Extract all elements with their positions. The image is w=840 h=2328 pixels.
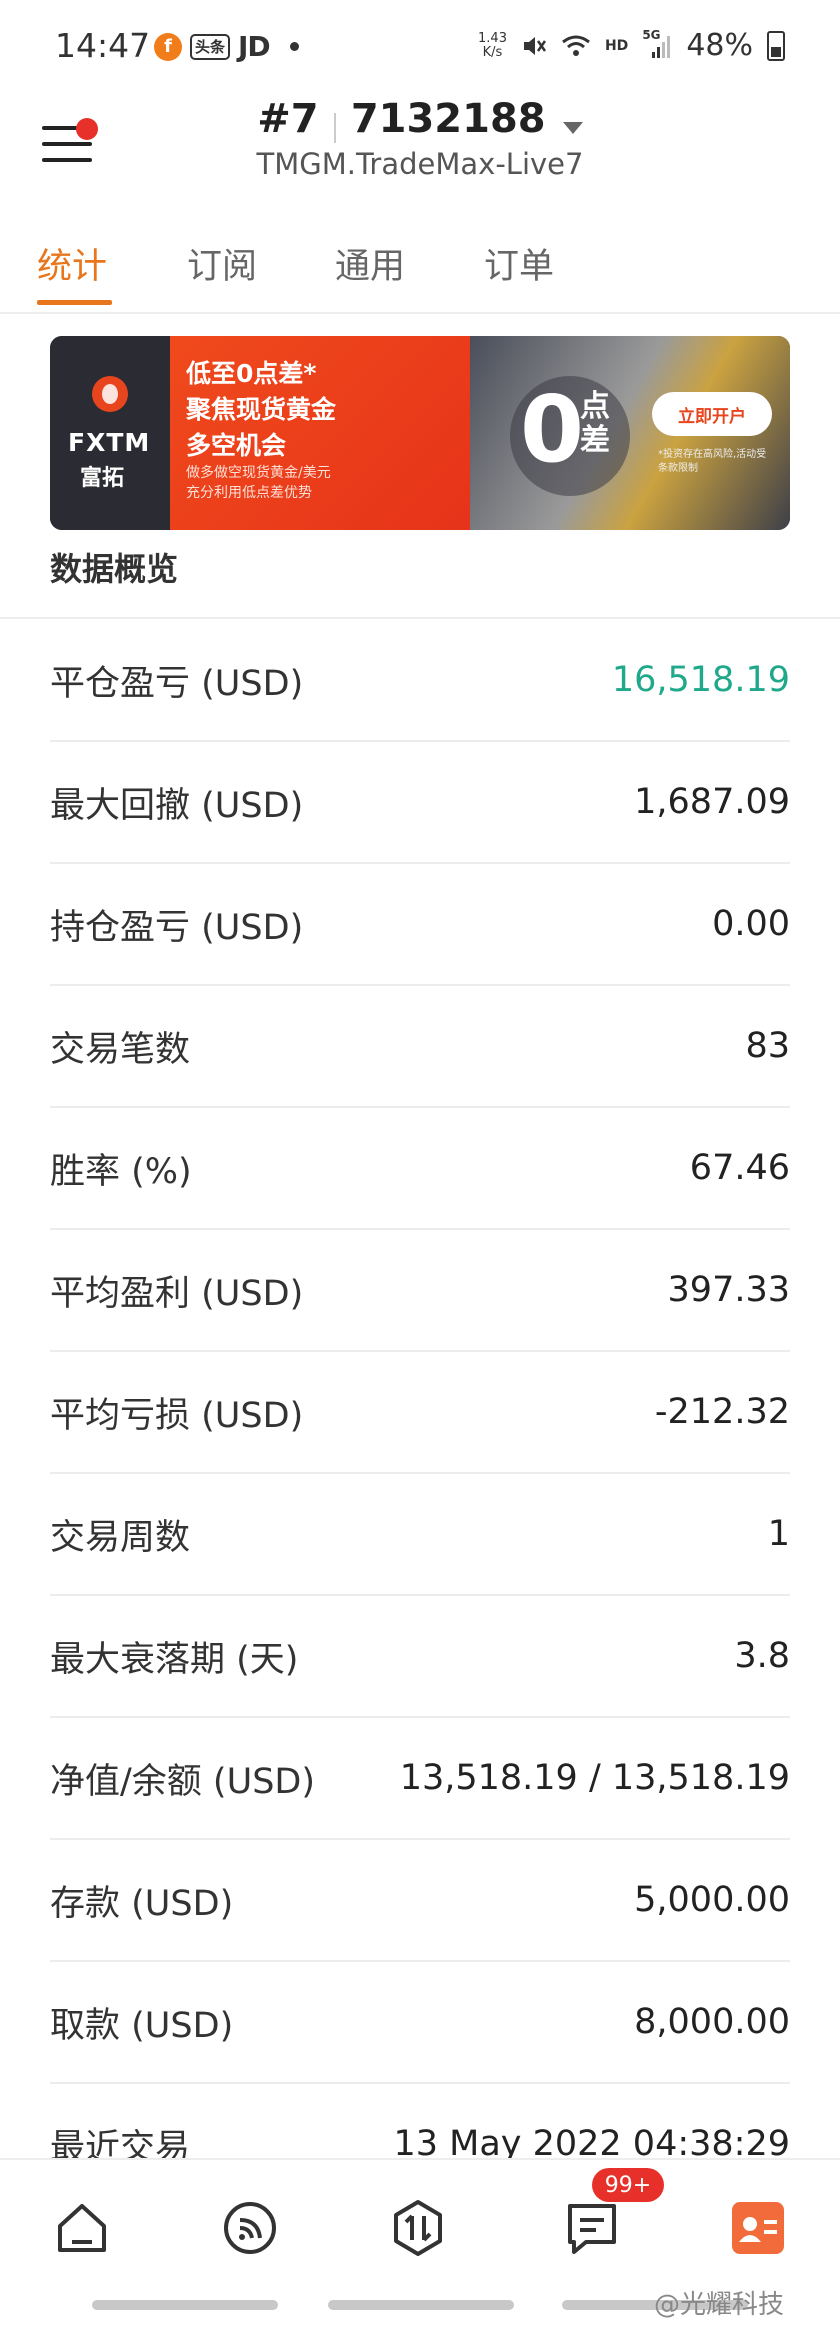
status-right: 1.43 K/s HD 5G 48% [478, 28, 785, 63]
stat-label: 净值/余额 (USD) [50, 1761, 316, 1802]
stat-value: 16,518.19 [611, 660, 790, 700]
stat-row: 交易周数 1 [50, 1474, 790, 1596]
bottom-nav: 99+ @光耀科技 [0, 2158, 840, 2328]
tab-subscription[interactable]: 订阅 [187, 238, 257, 289]
zero-spread: 0 [520, 376, 585, 483]
toutiao-icon: 头条 [190, 33, 231, 60]
banner-disclaimer: *投资存在高风险,活动受条款限制 [658, 449, 767, 474]
notification-icons: f 头条 JD [154, 30, 299, 63]
stat-value: 397.33 [667, 1270, 790, 1310]
battery-icon [767, 30, 785, 61]
stat-value: 8,000.00 [634, 2002, 790, 2042]
notification-dot [76, 118, 98, 140]
open-account-button[interactable]: 立即开户 [652, 392, 772, 436]
stat-value: 3.8 [734, 1636, 790, 1676]
chevron-down-icon [562, 121, 583, 134]
hd-indicator: HD [604, 37, 629, 54]
divider [0, 617, 840, 619]
stat-value: 0.00 [712, 904, 790, 944]
account-prefix: #7 [257, 96, 319, 142]
account-server: TMGM.TradeMax-Live7 [256, 146, 584, 181]
gesture-bar [92, 2300, 278, 2310]
network-speed: 1.43 K/s [478, 30, 507, 60]
stat-value: -212.32 [654, 1392, 790, 1432]
menu-button[interactable] [42, 118, 98, 170]
notification-badge: 99+ [592, 2168, 664, 2202]
mute-icon [523, 36, 546, 55]
banner-logo: FXTM 富拓 [50, 336, 170, 530]
tab-orders[interactable]: 订单 [484, 238, 554, 289]
profile-icon[interactable] [728, 2198, 788, 2258]
tab-general[interactable]: 通用 [335, 238, 405, 289]
stat-label: 最大衰落期 (天) [50, 1639, 299, 1680]
home-icon[interactable] [52, 2198, 112, 2258]
tab-statistics[interactable]: 统计 [37, 238, 107, 289]
messages-icon[interactable] [562, 2198, 622, 2258]
account-switcher[interactable]: #7 7132188 TMGM.TradeMax-Live7 [200, 96, 640, 181]
stat-value: 83 [745, 1026, 790, 1066]
status-time: 14:47 [55, 26, 151, 65]
stat-row: 净值/余额 (USD) 13,518.19 / 13,518.19 [50, 1718, 790, 1840]
jd-icon: JD [238, 30, 271, 63]
stat-row: 最大衰落期 (天) 3.8 [50, 1596, 790, 1718]
stat-row: 胜率 (%) 67.46 [50, 1108, 790, 1230]
stat-label: 平均盈利 (USD) [50, 1273, 304, 1314]
wifi-icon [562, 35, 590, 56]
stat-row: 交易笔数 83 [50, 986, 790, 1108]
stat-row: 平均亏损 (USD) -212.32 [50, 1352, 790, 1474]
gesture-bar [328, 2300, 514, 2310]
stat-label: 持仓盈亏 (USD) [50, 907, 304, 948]
section-title: 数据概览 [50, 550, 179, 588]
stat-label: 交易周数 [50, 1517, 191, 1558]
stat-label: 平仓盈亏 (USD) [50, 663, 304, 704]
stat-row: 平均盈利 (USD) 397.33 [50, 1230, 790, 1352]
signal-5g: 5G [642, 28, 672, 60]
promo-banner[interactable]: FXTM 富拓 低至0点差* 聚焦现货黄金 多空机会 做多做空现货黄金/美元 充… [50, 336, 790, 530]
app-notification-icon: f [154, 32, 182, 61]
feed-icon[interactable] [220, 2198, 280, 2258]
stat-label: 存款 (USD) [50, 1883, 234, 1924]
more-notifications-icon [289, 42, 299, 51]
stat-value: 5,000.00 [634, 1880, 790, 1920]
stat-value: 1,687.09 [634, 782, 790, 822]
stat-row: 最大回撤 (USD) 1,687.09 [50, 742, 790, 864]
status-bar: 14:47 f 头条 JD 1.43 K/s HD 5G 48% [0, 0, 840, 96]
stat-label: 取款 (USD) [50, 2005, 234, 2046]
stat-row: 持仓盈亏 (USD) 0.00 [50, 864, 790, 986]
stat-row: 存款 (USD) 5,000.00 [50, 1840, 790, 1962]
account-number: 7132188 [350, 96, 546, 142]
stat-label: 最大回撤 (USD) [50, 785, 304, 826]
stat-label: 平均亏损 (USD) [50, 1395, 304, 1436]
banner-text: 低至0点差* 聚焦现货黄金 多空机会 做多做空现货黄金/美元 充分利用低点差优势 [170, 336, 470, 530]
stat-row: 取款 (USD) 8,000.00 [50, 1962, 790, 2084]
signal-icon [652, 35, 671, 58]
stat-value: 1 [767, 1514, 790, 1554]
banner-visual: 0 点差 立即开户 *投资存在高风险,活动受条款限制 [470, 336, 790, 530]
battery-percent: 48% [686, 28, 753, 63]
fxtm-logo-icon [92, 376, 128, 412]
tab-bar: 统计 订阅 通用 订单 [0, 232, 840, 314]
stat-label: 胜率 (%) [50, 1151, 192, 1192]
stat-label: 交易笔数 [50, 1029, 191, 1070]
watermark: @光耀科技 [654, 2290, 785, 2320]
stat-row: 平仓盈亏 (USD) 16,518.19 [50, 620, 790, 742]
stat-value: 67.46 [689, 1148, 790, 1188]
active-tab-indicator [37, 300, 112, 305]
trade-icon[interactable] [388, 2198, 448, 2258]
stat-value: 13,518.19 / 13,518.19 [399, 1758, 790, 1798]
stats-list: 平仓盈亏 (USD) 16,518.19 最大回撤 (USD) 1,687.09 持… [50, 620, 790, 2206]
